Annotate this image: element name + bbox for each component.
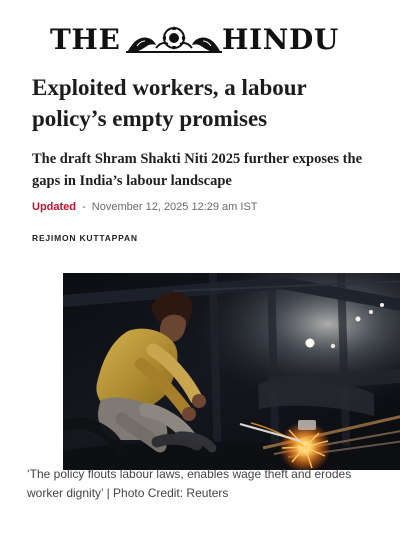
updated-label: Updated: [32, 201, 76, 213]
masthead-the-text: THE: [50, 23, 121, 56]
photo-caption: ‘The policy flouts labour laws, enables …: [27, 467, 352, 500]
article-update-line: Updated - November 12, 2025 12:29 am IST: [32, 199, 258, 215]
article-photo[interactable]: [63, 273, 400, 470]
updated-separator: -: [82, 201, 86, 213]
article-headline: Exploited workers, a labour policy’s emp…: [32, 75, 307, 131]
article-page: THE HINDU Exploited workers, a labour po…: [0, 0, 400, 550]
updated-timestamp: November 12, 2025 12:29 am IST: [91, 201, 258, 213]
article-subheadline: The draft Shram Shakti Niti 2025 further…: [32, 151, 363, 189]
masthead[interactable]: THE HINDU: [0, 22, 400, 60]
hindu-masthead-emblem-icon: [126, 24, 222, 56]
masthead-hindu-text: HINDU: [222, 23, 339, 56]
author-byline[interactable]: REJIMON KUTTAPPAN: [32, 233, 138, 243]
